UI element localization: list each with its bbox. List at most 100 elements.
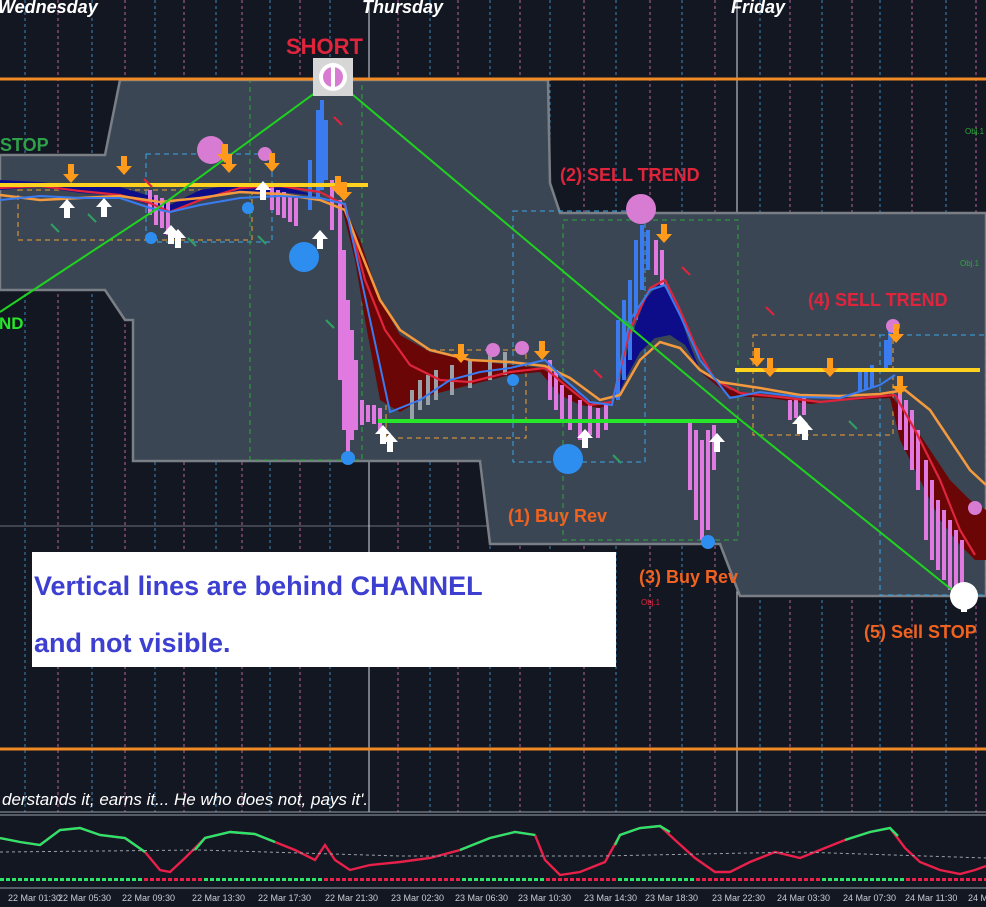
- oscillator-histogram-tick: [108, 878, 112, 881]
- oscillator-histogram-tick: [552, 878, 556, 881]
- oscillator-histogram-tick: [252, 878, 256, 881]
- oscillator-histogram-tick: [306, 878, 310, 881]
- oscillator-histogram-tick: [768, 878, 772, 881]
- oscillator-histogram-tick: [72, 878, 76, 881]
- oscillator-histogram-tick: [564, 878, 568, 881]
- oscillator-histogram-tick: [174, 878, 178, 881]
- oscillator-histogram-tick: [288, 878, 292, 881]
- time-axis-label: 22 Mar 17:30: [258, 893, 311, 903]
- oscillator-histogram-tick: [138, 878, 142, 881]
- oscillator-histogram-tick: [60, 878, 64, 881]
- oscillator-histogram-tick: [450, 878, 454, 881]
- oscillator-histogram-tick: [516, 878, 520, 881]
- oscillator-histogram-tick: [66, 878, 70, 881]
- oscillator-histogram-tick: [924, 878, 928, 881]
- oscillator-histogram-tick: [714, 878, 718, 881]
- oscillator-histogram-tick: [300, 878, 304, 881]
- oscillator-histogram-tick: [816, 878, 820, 881]
- oscillator-histogram-tick: [180, 878, 184, 881]
- oscillator-histogram-tick: [654, 878, 658, 881]
- oscillator-histogram-tick: [648, 878, 652, 881]
- oscillator-histogram-tick: [312, 878, 316, 881]
- oscillator-histogram-tick: [384, 878, 388, 881]
- oscillator-histogram-tick: [144, 878, 148, 881]
- time-axis-label: 23 Mar 06:30: [455, 893, 508, 903]
- oscillator-histogram-tick: [324, 878, 328, 881]
- oscillator-histogram-tick: [540, 878, 544, 881]
- oscillator-histogram-tick: [900, 878, 904, 881]
- oscillator-histogram-tick: [888, 878, 892, 881]
- signal-dot: [341, 451, 355, 465]
- oscillator-histogram-tick: [48, 878, 52, 881]
- signal-dot: [626, 194, 656, 224]
- oscillator-histogram-tick: [438, 878, 442, 881]
- oscillator-histogram-tick: [858, 878, 862, 881]
- oscillator-histogram-tick: [510, 878, 514, 881]
- time-axis-label: 23 Mar 18:30: [645, 893, 698, 903]
- oscillator-histogram-tick: [570, 878, 574, 881]
- oscillator-histogram-tick: [270, 878, 274, 881]
- oscillator-histogram-tick: [756, 878, 760, 881]
- signal-dot: [515, 341, 529, 355]
- price-chart[interactable]: Wednesday Thursday Friday SHORT (2) SELL…: [0, 0, 986, 907]
- oscillator-histogram-tick: [780, 878, 784, 881]
- oscillator-histogram-tick: [720, 878, 724, 881]
- oscillator-histogram-tick: [798, 878, 802, 881]
- oscillator-histogram-tick: [228, 878, 232, 881]
- oscillator-histogram-tick: [420, 878, 424, 881]
- oscillator-histogram-tick: [342, 878, 346, 881]
- oscillator-histogram-tick: [738, 878, 742, 881]
- short-marker[interactable]: [313, 58, 353, 96]
- oscillator-histogram-tick: [36, 878, 40, 881]
- signal-dot: [145, 232, 157, 244]
- oscillator-histogram-tick: [390, 878, 394, 881]
- label-sell-stop-5: (5) Sell STOP: [864, 622, 977, 642]
- oscillator-histogram-tick: [456, 878, 460, 881]
- oscillator-histogram-tick: [732, 878, 736, 881]
- oscillator-histogram-tick: [846, 878, 850, 881]
- oscillator-histogram-tick: [210, 878, 214, 881]
- oscillator-histogram-tick: [480, 878, 484, 881]
- annotation-note: Vertical lines are behind CHANNEL and no…: [32, 552, 616, 667]
- time-axis-label: 22 Mar 09:30: [122, 893, 175, 903]
- oscillator-histogram-tick: [726, 878, 730, 881]
- oscillator-histogram-tick: [132, 878, 136, 881]
- oscillator-histogram-tick: [18, 878, 22, 881]
- time-axis-label: 23 Mar 02:30: [391, 893, 444, 903]
- oscillator-histogram-tick: [414, 878, 418, 881]
- oscillator-histogram-tick: [942, 878, 946, 881]
- oscillator-histogram-tick: [468, 878, 472, 881]
- oscillator-histogram-tick: [522, 878, 526, 881]
- oscillator-histogram-tick: [318, 878, 322, 881]
- oscillator-histogram-tick: [708, 878, 712, 881]
- oscillator-histogram-tick: [330, 878, 334, 881]
- time-axis-label: 23 Mar 22:30: [712, 893, 765, 903]
- oscillator-histogram-tick: [618, 878, 622, 881]
- day-label-thursday: Thursday: [362, 0, 444, 17]
- oscillator-histogram-tick: [966, 878, 970, 881]
- oscillator-histogram-tick: [204, 878, 208, 881]
- oscillator-histogram-tick: [84, 878, 88, 881]
- signal-dot: [242, 202, 254, 214]
- label-nd-left: ND: [0, 314, 24, 333]
- quote-text: derstands it, earns it... He who does no…: [2, 790, 368, 809]
- oscillator-histogram-tick: [594, 878, 598, 881]
- label-sell-trend-2: (2) SELL TREND: [560, 165, 700, 185]
- oscillator-histogram-tick: [600, 878, 604, 881]
- label-stop-left: STOP: [0, 135, 49, 155]
- oscillator-histogram-tick: [792, 878, 796, 881]
- oscillator-histogram-tick: [804, 878, 808, 881]
- oscillator-histogram-tick: [624, 878, 628, 881]
- oscillator-histogram-tick: [42, 878, 46, 881]
- oscillator-histogram-tick: [882, 878, 886, 881]
- oscillator-histogram-tick: [672, 878, 676, 881]
- oscillator-histogram-tick: [534, 878, 538, 881]
- oscillator-histogram-tick: [474, 878, 478, 881]
- oscillator-histogram-tick: [582, 878, 586, 881]
- oscillator-histogram-tick: [126, 878, 130, 881]
- oscillator-histogram-tick: [864, 878, 868, 881]
- oscillator-histogram-tick: [786, 878, 790, 881]
- oscillator-histogram-tick: [222, 878, 226, 881]
- oscillator-histogram-tick: [234, 878, 238, 881]
- oscillator-histogram-tick: [954, 878, 958, 881]
